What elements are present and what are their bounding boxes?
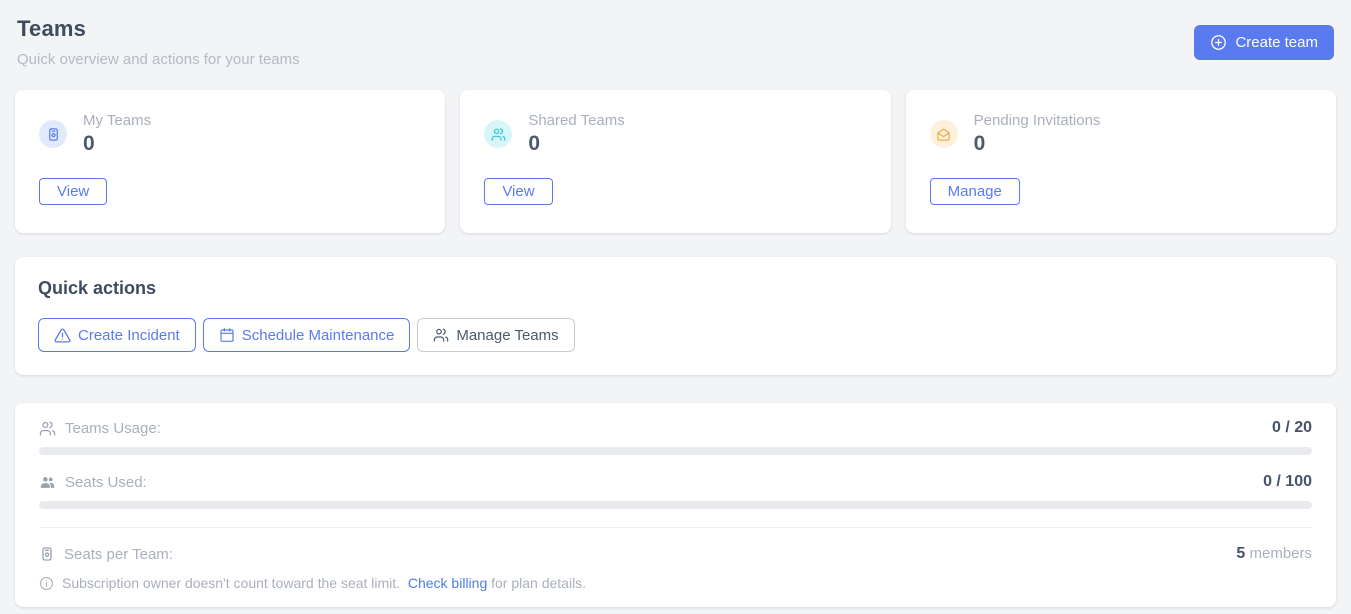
quick-actions-card: Quick actions Create Incident Schedule M…	[15, 257, 1336, 375]
calendar-icon	[219, 327, 235, 343]
usage-note-text: Subscription owner doesn't count toward …	[62, 575, 586, 591]
warning-triangle-icon	[54, 327, 71, 344]
seats-used-value: 0 / 100	[1263, 473, 1312, 491]
stat-text: Shared Teams 0	[528, 112, 624, 156]
stat-text: Pending Invitations 0	[974, 112, 1101, 156]
users-icon	[433, 327, 449, 343]
envelope-open-icon	[930, 120, 958, 148]
quick-actions-buttons: Create Incident Schedule Maintenance Man…	[38, 318, 1313, 352]
stat-label: Pending Invitations	[974, 112, 1101, 129]
teams-usage-value: 0 / 20	[1272, 419, 1312, 437]
users-icon	[484, 120, 512, 148]
view-shared-teams-button[interactable]: View	[484, 178, 552, 205]
stat-top: Shared Teams 0	[484, 112, 866, 156]
schedule-maintenance-button[interactable]: Schedule Maintenance	[203, 318, 411, 352]
seats-per-team-label: Seats per Team:	[64, 546, 173, 563]
seats-used-label-wrap: Seats Used:	[39, 474, 147, 491]
check-billing-link[interactable]: Check billing	[408, 575, 487, 591]
teams-usage-label: Teams Usage:	[65, 420, 161, 437]
stat-card-shared-teams: Shared Teams 0 View	[460, 90, 890, 233]
create-team-button[interactable]: Create team	[1194, 25, 1334, 60]
stat-card-pending-invitations: Pending Invitations 0 Manage	[906, 90, 1336, 233]
teams-usage-progressbar	[39, 447, 1312, 455]
note-before-link: Subscription owner doesn't count toward …	[62, 575, 408, 591]
teams-usage-row: Teams Usage: 0 / 20	[39, 419, 1312, 437]
stat-value: 0	[83, 132, 151, 156]
schedule-maintenance-label: Schedule Maintenance	[242, 327, 395, 344]
quick-actions-title: Quick actions	[38, 278, 1313, 299]
seats-used-progressbar	[39, 501, 1312, 509]
users-filled-icon	[39, 474, 56, 491]
page-subtitle: Quick overview and actions for your team…	[17, 51, 300, 68]
seats-used-row: Seats Used: 0 / 100	[39, 473, 1312, 491]
seats-per-team-label-wrap: Seats per Team:	[39, 546, 173, 563]
id-badge-icon	[39, 120, 67, 148]
manage-teams-label: Manage Teams	[456, 327, 558, 344]
id-badge-icon	[39, 546, 55, 562]
page-title: Teams	[17, 16, 300, 42]
teams-page: Teams Quick overview and actions for you…	[0, 0, 1351, 614]
stat-value: 0	[974, 132, 1101, 156]
stats-row: My Teams 0 View Shared Teams 0 View	[15, 90, 1336, 233]
usage-card: Teams Usage: 0 / 20 Seats Used: 0 / 100	[15, 403, 1336, 607]
stat-text: My Teams 0	[83, 112, 151, 156]
teams-usage-label-wrap: Teams Usage:	[39, 420, 161, 437]
stat-card-my-teams: My Teams 0 View	[15, 90, 445, 233]
create-team-label: Create team	[1235, 34, 1318, 51]
create-incident-label: Create Incident	[78, 327, 180, 344]
manage-invitations-button[interactable]: Manage	[930, 178, 1020, 205]
seats-used-label: Seats Used:	[65, 474, 147, 491]
stat-top: Pending Invitations 0	[930, 112, 1312, 156]
usage-divider	[39, 527, 1312, 528]
page-header-text: Teams Quick overview and actions for you…	[17, 16, 300, 68]
note-after-link: for plan details.	[487, 575, 586, 591]
usage-note: Subscription owner doesn't count toward …	[39, 575, 1312, 591]
plus-circle-icon	[1210, 34, 1227, 51]
seats-per-team-value: 5	[1236, 545, 1245, 562]
view-my-teams-button[interactable]: View	[39, 178, 107, 205]
seats-per-team-row: Seats per Team: 5 members	[39, 545, 1312, 563]
seats-per-team-value-wrap: 5 members	[1236, 545, 1312, 563]
stat-top: My Teams 0	[39, 112, 421, 156]
stat-label: Shared Teams	[528, 112, 624, 129]
create-incident-button[interactable]: Create Incident	[38, 318, 196, 352]
info-circle-icon	[39, 576, 54, 591]
users-outline-icon	[39, 420, 56, 437]
manage-teams-button[interactable]: Manage Teams	[417, 318, 574, 352]
seats-per-team-unit: members	[1245, 545, 1312, 562]
stat-value: 0	[528, 132, 624, 156]
stat-label: My Teams	[83, 112, 151, 129]
page-header: Teams Quick overview and actions for you…	[15, 14, 1336, 68]
